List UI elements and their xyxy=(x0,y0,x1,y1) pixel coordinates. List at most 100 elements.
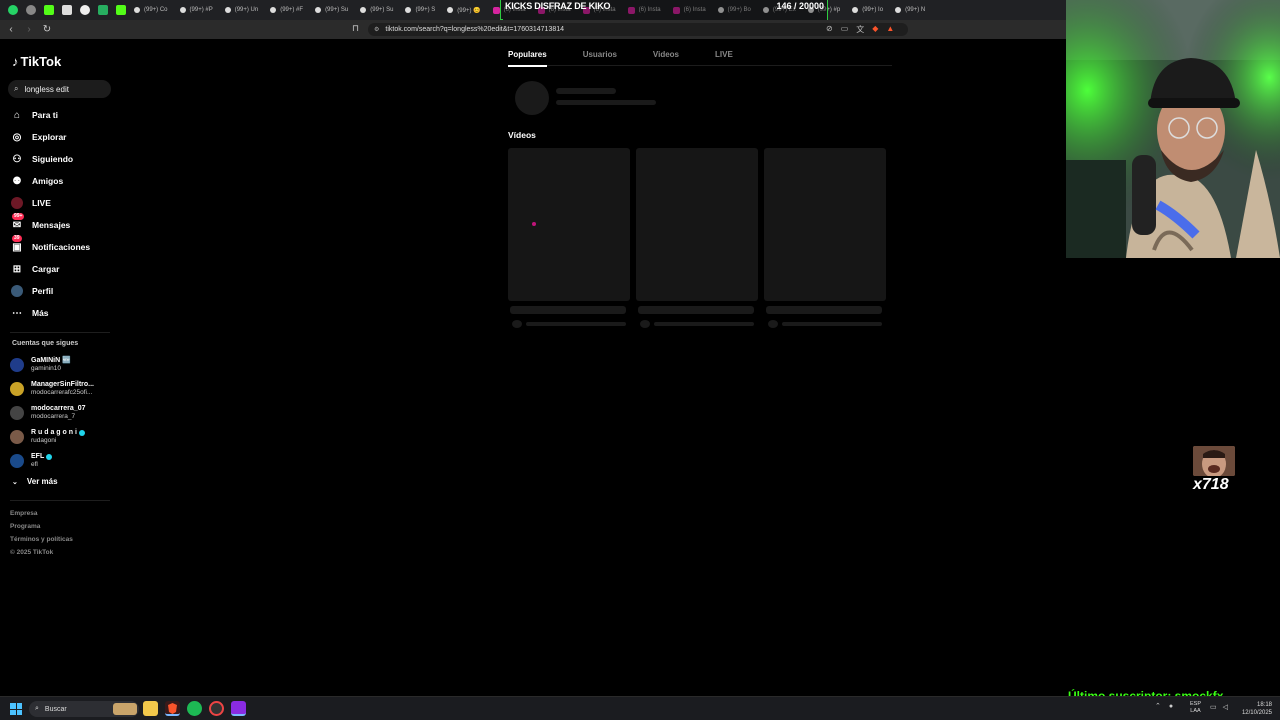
clock-date: 12/10/2025 xyxy=(1241,710,1272,716)
nav-cargar[interactable]: ⊞ Cargar xyxy=(10,258,90,280)
nav-mensajes[interactable]: ✉ 99+ Mensajes xyxy=(10,213,90,236)
ver-mas-label: Ver más xyxy=(26,477,58,486)
notification-badge: 99+ xyxy=(12,213,25,220)
nav-live[interactable]: LIVE xyxy=(10,192,90,214)
browser-tab[interactable]: (99+) #F xyxy=(266,3,311,17)
search-highlight-image xyxy=(113,703,137,715)
nav-amigos[interactable]: ⚉ Amigos xyxy=(10,170,90,192)
avatar-icon xyxy=(10,284,24,298)
avatar xyxy=(10,430,24,444)
instagram-icon xyxy=(492,6,500,14)
network-icon[interactable]: ▭ xyxy=(1210,703,1217,711)
nav-notificaciones[interactable]: ▣ 39 Notificaciones xyxy=(10,235,90,258)
volume-icon[interactable]: ◁ xyxy=(1223,703,1228,711)
kick-icon[interactable] xyxy=(116,5,126,15)
obs-icon[interactable] xyxy=(209,701,224,716)
following-account[interactable]: GaMINiN 🆕 gaminin10 xyxy=(10,353,94,377)
block-icon[interactable]: ⊘ xyxy=(826,24,833,35)
twitch-app-icon[interactable] xyxy=(231,701,246,716)
browser-tab[interactable]: (99+) 😊 xyxy=(443,3,488,17)
video-card-skeleton[interactable] xyxy=(508,148,630,301)
tab-usuarios[interactable]: Usuarios xyxy=(583,44,617,66)
kick-goal-banner: KICKS DISFRAZ DE KIKO 146 / 20000 xyxy=(500,0,828,22)
browser-tab[interactable]: (99+) Su xyxy=(311,3,356,17)
nav-perfil[interactable]: Perfil xyxy=(10,280,90,302)
nav-siguiendo[interactable]: ⚇ Siguiendo xyxy=(10,148,90,170)
ver-mas-button[interactable]: ⌄ Ver más xyxy=(12,477,58,486)
webcam-image xyxy=(1066,0,1280,258)
nav-mas[interactable]: ⋯ Más xyxy=(10,302,90,324)
site-info-icon[interactable]: ⚙ xyxy=(374,26,379,33)
file-explorer-icon[interactable] xyxy=(143,701,158,716)
friends-icon: ⚉ xyxy=(12,175,22,187)
nav-label: Mensajes xyxy=(32,220,71,230)
windows-start-icon[interactable] xyxy=(10,703,22,715)
cast-icon[interactable]: ▭ xyxy=(841,24,849,35)
browser-tab-label: (99+) Io xyxy=(862,7,884,13)
nav-label: Explorar xyxy=(32,132,67,142)
browser-tab[interactable]: (99+) Su xyxy=(356,3,401,17)
forward-icon[interactable]: › xyxy=(22,23,36,37)
pinned-tab-icon[interactable] xyxy=(98,5,108,15)
emote-image xyxy=(1193,446,1235,476)
bookmark-icon[interactable]: ⊓ xyxy=(352,23,359,34)
skeleton-avatar-small xyxy=(768,320,778,328)
notification-badge: 39 xyxy=(12,235,22,242)
browser-tab[interactable]: (99+) Co xyxy=(130,3,176,17)
goal-count: 146 / 20000 xyxy=(776,1,824,11)
tiktok-icon xyxy=(179,7,186,13)
browser-tab[interactable]: (99+) N xyxy=(891,3,933,17)
tab-live[interactable]: LIVE xyxy=(715,44,733,66)
spotify-icon[interactable] xyxy=(187,701,202,716)
browser-tab-label: (99+) Co xyxy=(144,7,168,13)
brave-browser-icon[interactable] xyxy=(165,701,180,716)
tab-populares[interactable]: Populares xyxy=(508,44,547,67)
tiktok-logo[interactable]: ♪ TikTok xyxy=(12,54,61,69)
pinned-tab-icon[interactable] xyxy=(80,5,90,15)
nav-explorar[interactable]: ◎ Explorar xyxy=(10,126,90,148)
tab-videos[interactable]: Videos xyxy=(653,44,679,66)
pinned-tab-icon[interactable] xyxy=(62,5,72,15)
avatar xyxy=(11,285,23,297)
back-icon[interactable]: ‹ xyxy=(4,23,18,37)
browser-tab[interactable]: (99+) Io xyxy=(848,3,891,17)
browser-tab-label: (99+) N xyxy=(905,7,926,13)
search-value: longless edit xyxy=(24,84,69,94)
footer-link[interactable]: Programa xyxy=(10,523,73,536)
browser-tab[interactable]: (99+) #P xyxy=(176,3,221,17)
following-account[interactable]: modocarrera_07 modocarrera_7 xyxy=(10,401,94,425)
footer-link[interactable]: Empresa xyxy=(10,510,73,523)
user-follow-icon: ⚇ xyxy=(12,153,22,165)
sidebar: ♪ TikTok ⌕ longless edit ⌂ Para ti ◎ Explor… xyxy=(0,40,120,695)
chevron-up-icon[interactable]: ⌃ xyxy=(1155,702,1161,710)
nav-para-ti[interactable]: ⌂ Para ti xyxy=(10,104,90,126)
nav-label: Más xyxy=(32,308,49,318)
tiktok-icon xyxy=(852,7,859,13)
account-display-name: EFL xyxy=(31,453,45,460)
following-account[interactable]: ManagerSinFiltro... modocarrerafc25ofi... xyxy=(10,377,94,401)
footer-link[interactable]: Términos y políticas xyxy=(10,536,73,549)
logo-text: TikTok xyxy=(20,54,62,69)
reload-icon[interactable]: ↻ xyxy=(40,23,54,37)
pinned-tab-icon[interactable] xyxy=(26,5,36,15)
more-icon: ⋯ xyxy=(12,307,22,319)
language-indicator[interactable]: ESP LAA xyxy=(1190,701,1201,715)
following-account[interactable]: EFL efl xyxy=(10,449,94,473)
browser-tab-label: (99+) 😊 xyxy=(457,7,481,14)
browser-tab[interactable]: (99+) S xyxy=(401,3,443,17)
search-input[interactable]: ⌕ longless edit xyxy=(8,80,111,98)
clock[interactable]: 18:18 12/10/2025 xyxy=(1238,701,1272,717)
emote-face-icon xyxy=(1193,446,1235,476)
following-account[interactable]: R u d a g o n i rudagoni xyxy=(10,425,94,449)
video-card-skeleton[interactable] xyxy=(764,148,886,301)
browser-tab[interactable]: (99+) Un xyxy=(221,3,267,17)
brave-rewards-icon[interactable]: ▲ xyxy=(886,24,894,35)
kick-icon[interactable] xyxy=(44,5,54,15)
microphone-icon[interactable]: ● xyxy=(1169,703,1173,710)
video-card-skeleton[interactable] xyxy=(636,148,758,301)
whatsapp-icon[interactable] xyxy=(8,5,18,15)
taskbar-search[interactable]: ⌕ Buscar xyxy=(29,701,139,717)
brave-shield-icon[interactable]: ◆ xyxy=(872,24,878,35)
account-handle: modocarrerafc25ofi... xyxy=(31,389,93,396)
translate-icon[interactable]: 文 xyxy=(856,24,864,35)
